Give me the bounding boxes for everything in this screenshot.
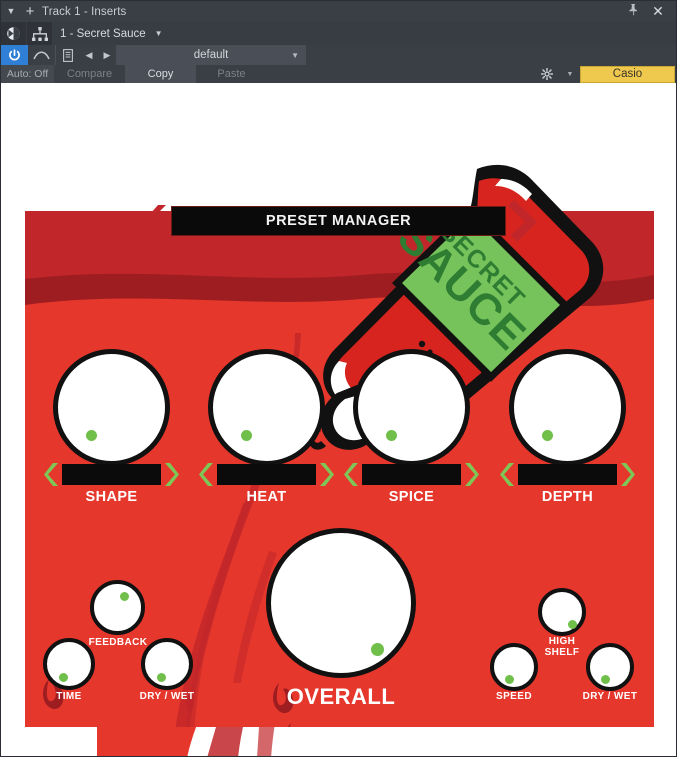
- chevron-down-icon[interactable]: ▼: [291, 51, 299, 60]
- chevron-right-icon[interactable]: [506, 200, 536, 242]
- knob-label-time: TIME: [56, 691, 82, 702]
- knob-label-drywet-right: DRY / WET: [582, 691, 638, 702]
- automation-row-right: ▼ Casio: [534, 65, 676, 83]
- selector-depth: [499, 460, 636, 488]
- title-bar-actions: ✕: [620, 1, 676, 22]
- chevron-left-icon[interactable]: [343, 460, 360, 488]
- knob-label-heat: HEAT: [246, 489, 287, 505]
- knob-feedback[interactable]: [90, 580, 145, 635]
- chevron-right-icon[interactable]: [318, 460, 335, 488]
- selector-spice: [343, 460, 480, 488]
- daw-chrome: ▼ + Track 1 - Inserts ✕ 1 - Secret Sauce…: [1, 1, 676, 83]
- knob-indicator-dot: [120, 592, 129, 601]
- knob-indicator-dot: [241, 430, 252, 441]
- plugin-chain-icon[interactable]: [27, 22, 52, 45]
- compare-button[interactable]: Compare: [54, 65, 125, 83]
- knob-label-high-shelf-line1: HIGH: [548, 636, 576, 647]
- preset-manager: PRESET MANAGER: [141, 200, 536, 242]
- knob-indicator-dot: [601, 675, 610, 684]
- preset-select[interactable]: default ▼: [116, 45, 306, 65]
- chevron-right-icon[interactable]: [163, 460, 180, 488]
- gear-icon[interactable]: [534, 65, 560, 83]
- paste-button[interactable]: Paste: [196, 65, 267, 83]
- insert-slot-row: 1 - Secret Sauce ▼: [1, 22, 676, 45]
- knob-drywet-right[interactable]: [586, 643, 634, 691]
- chevron-down-icon[interactable]: ▼: [155, 29, 163, 38]
- selector-value-shape[interactable]: [62, 463, 161, 485]
- chevron-left-icon[interactable]: [198, 460, 215, 488]
- auto-status[interactable]: Auto: Off: [1, 65, 54, 83]
- close-icon[interactable]: ✕: [646, 1, 670, 22]
- plugin-gui: SECRET SAUCE PRESET MANAGER SHAPE HEAT S…: [1, 83, 676, 756]
- automation-row: Auto: Off Compare Copy Paste ▼ Casio: [1, 65, 676, 83]
- selector-value-depth[interactable]: [518, 463, 617, 485]
- knob-label-spice: SPICE: [388, 489, 435, 505]
- next-preset-button[interactable]: ▶: [98, 45, 116, 65]
- knob-heat[interactable]: [208, 349, 325, 466]
- knob-indicator-dot: [568, 620, 577, 629]
- knob-indicator-dot: [542, 430, 553, 441]
- document-icon[interactable]: [56, 45, 80, 65]
- status-badge[interactable]: Casio: [580, 65, 675, 83]
- knob-label-depth: DEPTH: [541, 489, 594, 505]
- knob-label-drywet-left: DRY / WET: [139, 691, 195, 702]
- knob-shape[interactable]: [53, 349, 170, 466]
- chevron-left-icon[interactable]: [141, 200, 171, 242]
- insert-slot-label[interactable]: 1 - Secret Sauce: [60, 28, 146, 40]
- chevron-down-icon[interactable]: ▼: [1, 1, 21, 22]
- chevron-right-icon[interactable]: [619, 460, 636, 488]
- prev-preset-button[interactable]: ◀: [80, 45, 98, 65]
- knob-spice[interactable]: [353, 349, 470, 466]
- pin-icon[interactable]: [620, 4, 646, 19]
- copy-button[interactable]: Copy: [125, 65, 196, 83]
- chevron-left-icon[interactable]: [499, 460, 516, 488]
- knob-time[interactable]: [43, 638, 95, 690]
- routing-icon[interactable]: [1, 22, 26, 45]
- preset-manager-button[interactable]: PRESET MANAGER: [171, 206, 506, 236]
- knob-drywet-left[interactable]: [141, 638, 193, 690]
- chevron-left-icon[interactable]: [43, 460, 60, 488]
- selector-shape: [43, 460, 180, 488]
- selector-heat: [198, 460, 335, 488]
- knob-label-overall: OVERALL: [286, 684, 396, 709]
- knob-high-shelf[interactable]: [538, 588, 586, 636]
- knob-speed[interactable]: [490, 643, 538, 691]
- knob-label-shape: SHAPE: [85, 489, 138, 505]
- plus-icon[interactable]: +: [21, 2, 39, 21]
- chevron-down-icon[interactable]: ▼: [560, 65, 580, 83]
- window-title: Track 1 - Inserts: [42, 5, 127, 18]
- bypass-button[interactable]: [28, 45, 55, 65]
- knob-overall[interactable]: [266, 528, 416, 678]
- knob-indicator-dot: [371, 643, 384, 656]
- knob-indicator-dot: [386, 430, 397, 441]
- knob-depth[interactable]: [509, 349, 626, 466]
- knob-indicator-dot: [157, 673, 166, 682]
- knob-indicator-dot: [86, 430, 97, 441]
- knob-indicator-dot: [505, 675, 514, 684]
- plugin-window: ▼ + Track 1 - Inserts ✕ 1 - Secret Sauce…: [0, 0, 677, 757]
- chevron-right-icon[interactable]: [463, 460, 480, 488]
- preset-value: default: [193, 49, 229, 61]
- power-button[interactable]: [1, 45, 28, 65]
- selector-value-spice[interactable]: [362, 463, 461, 485]
- title-bar: ▼ + Track 1 - Inserts ✕: [1, 1, 676, 22]
- preset-toolbar-row: ◀ ▶ default ▼: [1, 45, 676, 65]
- knob-indicator-dot: [59, 673, 68, 682]
- preset-manager-label: PRESET MANAGER: [265, 213, 412, 229]
- selector-value-heat[interactable]: [217, 463, 316, 485]
- knob-label-speed: SPEED: [496, 691, 532, 702]
